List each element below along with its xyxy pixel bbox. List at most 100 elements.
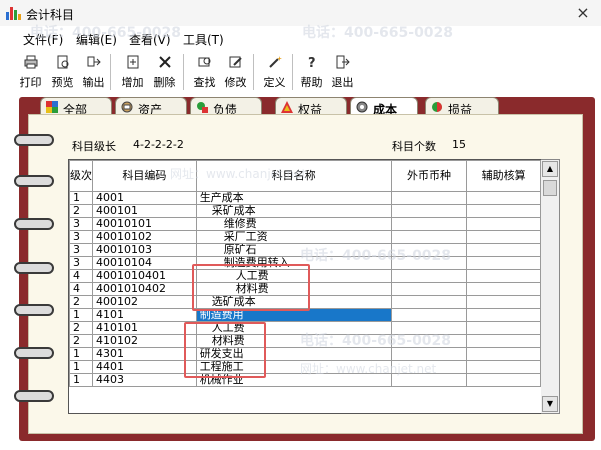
export-button[interactable]: 输出 xyxy=(82,52,105,92)
table-row[interactable]: 1 4001 生产成本 xyxy=(69,191,541,205)
table-row[interactable]: 3 40010102 采厂工资 xyxy=(69,230,541,244)
preview-button[interactable]: 预览 xyxy=(51,52,74,92)
vertical-scrollbar[interactable]: ▲ ▼ xyxy=(541,159,560,414)
row-auxiliary xyxy=(466,308,541,322)
account-count-value: 15 xyxy=(452,138,466,151)
watermark-phone: 电话：400-665-0028 xyxy=(300,333,452,349)
delete-button[interactable]: 删除 xyxy=(153,52,176,92)
binder-ring xyxy=(14,262,54,274)
help-label: 帮助 xyxy=(300,76,323,89)
print-label: 打印 xyxy=(19,76,42,89)
row-level: 3 xyxy=(69,243,93,257)
add-button[interactable]: 增加 xyxy=(121,52,144,92)
export-icon xyxy=(87,56,101,67)
row-code: 4001010402 xyxy=(92,282,197,296)
menu-tools[interactable]: 工具(T) xyxy=(183,31,224,48)
row-level: 2 xyxy=(69,334,93,348)
binder-ring xyxy=(14,347,54,359)
row-currency xyxy=(390,308,468,322)
define-button[interactable]: 定义 xyxy=(263,52,286,92)
preview-label: 预览 xyxy=(51,76,74,89)
row-level: 4 xyxy=(69,282,93,296)
scroll-thumb[interactable] xyxy=(543,180,557,196)
row-level: 1 xyxy=(69,191,93,205)
row-currency xyxy=(390,230,468,244)
scroll-up-icon[interactable]: ▲ xyxy=(542,161,558,177)
row-auxiliary xyxy=(466,295,541,309)
toolbar-separator xyxy=(292,54,293,90)
row-currency xyxy=(390,295,468,309)
watermark-phone: 电话：400-665-0028 xyxy=(30,25,182,41)
modify-button[interactable]: 修改 xyxy=(224,52,247,92)
row-auxiliary xyxy=(466,321,541,335)
app-icon xyxy=(6,6,21,20)
row-level: 3 xyxy=(69,230,93,244)
row-currency xyxy=(390,191,468,205)
preview-icon xyxy=(57,55,68,69)
watermark-site: 网址：www.chanjet.net xyxy=(300,362,437,376)
account-count-label: 科目个数 xyxy=(392,140,436,153)
column-header[interactable]: 外币币种 xyxy=(390,160,468,192)
watermark-phone: 电话：400-665-0028 xyxy=(300,248,452,264)
row-currency xyxy=(390,269,468,283)
row-level: 1 xyxy=(69,308,93,322)
table-row[interactable]: 3 40010101 维修费 xyxy=(69,217,541,231)
binder-ring xyxy=(14,134,54,146)
help-button[interactable]: ? 帮助 xyxy=(300,52,323,92)
row-auxiliary xyxy=(466,269,541,283)
exit-icon xyxy=(336,55,350,69)
edit-icon xyxy=(229,56,242,68)
table-row[interactable]: 2 400101 采矿成本 xyxy=(69,204,541,218)
binder-ring xyxy=(14,390,54,402)
help-icon: ? xyxy=(308,56,316,69)
printer-icon xyxy=(24,55,37,69)
modify-label: 修改 xyxy=(224,76,247,89)
row-code: 4001010401 xyxy=(92,269,197,283)
row-code: 4301 xyxy=(92,347,197,361)
print-button[interactable]: 打印 xyxy=(19,52,42,92)
column-header[interactable]: 辅助核算 xyxy=(466,160,541,192)
row-code: 40010102 xyxy=(92,230,197,244)
row-code: 400102 xyxy=(92,295,197,309)
row-level: 1 xyxy=(69,360,93,374)
toolbar: 打印 预览 输出 增加 删除 查找 修改 定义 ? 帮助 退出 xyxy=(0,50,601,94)
row-name: 生产成本 xyxy=(195,191,392,205)
exit-button[interactable]: 退出 xyxy=(331,52,354,92)
find-button[interactable]: 查找 xyxy=(193,52,216,92)
column-header[interactable]: 级次 xyxy=(69,160,93,192)
scroll-down-icon[interactable]: ▼ xyxy=(542,396,558,412)
find-label: 查找 xyxy=(193,76,216,89)
row-currency xyxy=(390,282,468,296)
profit-loss-icon xyxy=(432,102,442,112)
delete-label: 删除 xyxy=(153,76,176,89)
close-icon[interactable]: × xyxy=(572,2,594,24)
row-auxiliary xyxy=(466,191,541,205)
all-icon xyxy=(46,101,58,113)
toolbar-separator xyxy=(183,54,184,90)
row-code: 4001 xyxy=(92,191,197,205)
liabilities-icon xyxy=(197,102,208,113)
equity-icon xyxy=(281,101,293,113)
row-auxiliary xyxy=(466,204,541,218)
row-auxiliary xyxy=(466,360,541,374)
row-auxiliary xyxy=(466,217,541,231)
binder-ring xyxy=(14,218,54,230)
row-level: 2 xyxy=(69,321,93,335)
gear-icon xyxy=(356,101,368,113)
row-auxiliary xyxy=(466,347,541,361)
row-code: 40010104 xyxy=(92,256,197,270)
row-code: 410101 xyxy=(92,321,197,335)
toolbar-separator xyxy=(253,54,254,90)
row-code: 4101 xyxy=(92,308,197,322)
watermark-phone: 电话：400-665-0028 xyxy=(302,25,454,41)
magic-wand-icon xyxy=(268,56,282,68)
row-currency xyxy=(390,204,468,218)
row-code: 40010103 xyxy=(92,243,197,257)
row-code: 40010101 xyxy=(92,217,197,231)
row-code: 4401 xyxy=(92,360,197,374)
row-level: 1 xyxy=(69,347,93,361)
window-title: 会计科目 xyxy=(26,8,75,22)
delete-icon xyxy=(158,56,171,68)
row-auxiliary xyxy=(466,334,541,348)
row-auxiliary xyxy=(466,256,541,270)
